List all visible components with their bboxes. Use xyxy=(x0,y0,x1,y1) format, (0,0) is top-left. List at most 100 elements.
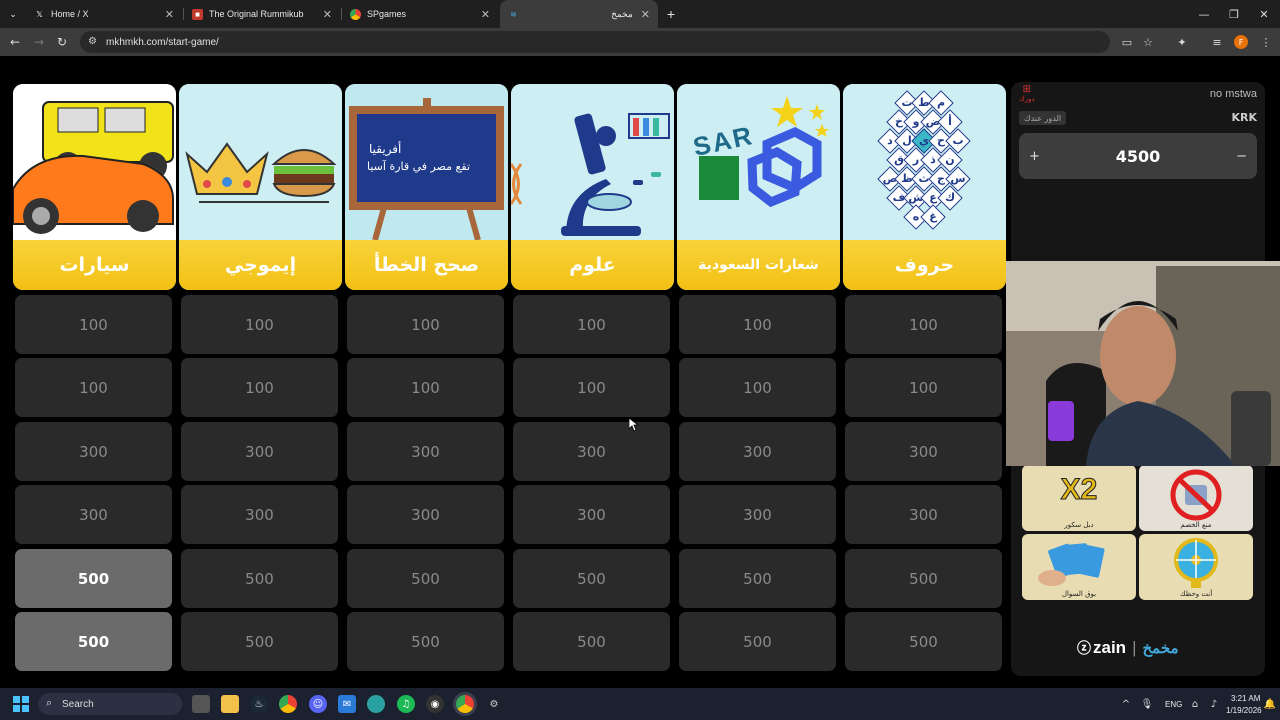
category-card-correct-mistake[interactable]: أفريقيا تقع مصر في قارة آسيا صحح الخطأ xyxy=(345,84,508,290)
cast-icon[interactable]: ▭ xyxy=(1119,34,1135,50)
close-tab-icon[interactable]: ✕ xyxy=(165,8,174,21)
network-icon[interactable]: ⌂ xyxy=(1186,695,1204,713)
reload-button[interactable]: ↻ xyxy=(52,32,72,52)
question-cell[interactable]: 500 xyxy=(15,549,172,608)
question-cell[interactable]: 100 xyxy=(679,295,836,354)
site-info-icon[interactable]: ⚙ xyxy=(88,36,97,47)
taskbar-search[interactable]: ⌕ Search xyxy=(38,693,182,715)
tab-spgames[interactable]: SPgames ✕ xyxy=(342,0,498,28)
category-card-letters[interactable]: تطمخوضأدليحبقرذنصظثجسفشعكهغ حروف xyxy=(843,84,1006,290)
microscope-illustration xyxy=(511,84,674,240)
spotify-icon[interactable]: ♫ xyxy=(397,695,415,713)
question-cell[interactable]: 500 xyxy=(513,612,670,671)
question-cell[interactable]: 100 xyxy=(15,295,172,354)
letter-text: ك xyxy=(944,191,955,204)
question-cell[interactable]: 300 xyxy=(679,485,836,544)
profile-avatar[interactable]: F xyxy=(1234,35,1248,49)
category-card-cars[interactable]: سيارات xyxy=(13,84,176,290)
notification-bell-icon[interactable]: 🔔 xyxy=(1261,695,1279,713)
task-view-icon[interactable] xyxy=(192,695,210,713)
question-cell[interactable]: 100 xyxy=(347,358,504,417)
question-cell[interactable]: 500 xyxy=(845,612,1002,671)
question-cell[interactable]: 100 xyxy=(181,358,338,417)
menu-kebab-icon[interactable]: ⋮ xyxy=(1258,34,1274,50)
tab-home-x[interactable]: 𝕏 Home / X ✕ xyxy=(26,0,182,28)
minimize-button[interactable]: — xyxy=(1188,0,1220,28)
question-cell[interactable]: 500 xyxy=(181,549,338,608)
chrome-active-taskbar-icon[interactable] xyxy=(456,695,474,713)
webcam-overlay xyxy=(1006,261,1280,466)
question-cell[interactable]: 300 xyxy=(181,485,338,544)
settings-gear-icon[interactable]: ⚙ xyxy=(485,695,503,713)
bookmark-star-icon[interactable]: ☆ xyxy=(1140,34,1156,50)
question-cell[interactable]: 500 xyxy=(679,549,836,608)
back-button[interactable]: ← xyxy=(5,32,25,52)
question-cell[interactable]: 500 xyxy=(845,549,1002,608)
emoji-illustration xyxy=(179,84,342,240)
question-cell[interactable]: 300 xyxy=(347,422,504,481)
tab-search-icon[interactable]: ≡ xyxy=(1209,34,1225,50)
question-cell[interactable]: 100 xyxy=(845,295,1002,354)
tab-label: SPgames xyxy=(367,9,407,19)
new-tab-button[interactable]: + xyxy=(660,0,682,28)
close-tab-icon[interactable]: ✕ xyxy=(481,8,490,21)
browser-edge-icon[interactable] xyxy=(367,695,385,713)
question-cell[interactable]: 300 xyxy=(15,485,172,544)
mail-icon[interactable]: ✉ xyxy=(338,695,356,713)
question-cell[interactable]: 500 xyxy=(181,612,338,671)
question-cell[interactable]: 500 xyxy=(15,612,172,671)
turn-icon: ⊞ xyxy=(1022,84,1032,95)
category-label: حروف xyxy=(843,240,1006,290)
question-cell[interactable]: 100 xyxy=(15,358,172,417)
question-cell[interactable]: 300 xyxy=(845,485,1002,544)
question-cell[interactable]: 500 xyxy=(513,549,670,608)
question-cell[interactable]: 100 xyxy=(679,358,836,417)
question-cell[interactable]: 300 xyxy=(513,422,670,481)
question-cell[interactable]: 100 xyxy=(181,295,338,354)
question-cell[interactable]: 500 xyxy=(679,612,836,671)
question-cell[interactable]: 300 xyxy=(845,422,1002,481)
url-field[interactable]: ⚙ mkhmkh.com/start-game/ xyxy=(80,31,1110,53)
block-opponent-card[interactable]: منع الخصم xyxy=(1139,465,1253,531)
score-increase-button[interactable]: + xyxy=(1029,149,1040,164)
question-cell[interactable]: 300 xyxy=(347,485,504,544)
tab-list-button[interactable]: ⌄ xyxy=(2,0,24,28)
luck-wheel-card[interactable]: أنت وحظك xyxy=(1139,534,1253,600)
category-card-saudi-logos[interactable]: SAR شعارات السعودية xyxy=(677,84,840,290)
question-cell[interactable]: 500 xyxy=(347,612,504,671)
chevron-up-icon[interactable]: ^ xyxy=(1117,695,1135,713)
language-indicator[interactable]: ENG xyxy=(1165,700,1182,709)
volume-icon[interactable]: ♪ xyxy=(1205,695,1223,713)
tab-rummikub[interactable]: ■ The Original Rummikub ✕ xyxy=(184,0,340,28)
discord-icon[interactable]: ☺ xyxy=(309,695,327,713)
category-card-science[interactable]: علوم xyxy=(511,84,674,290)
restore-button[interactable]: ❐ xyxy=(1218,0,1250,28)
tab-mkhmkh[interactable]: ≋ مخمخ ✕ xyxy=(500,0,658,28)
question-cell[interactable]: 100 xyxy=(845,358,1002,417)
clock-time[interactable]: 3:21 AM xyxy=(1231,694,1260,703)
category-card-emoji[interactable]: إيموجي xyxy=(179,84,342,290)
double-score-card[interactable]: X2 دبل سكور xyxy=(1022,465,1136,531)
close-tab-icon[interactable]: ✕ xyxy=(641,8,650,21)
score-decrease-button[interactable]: − xyxy=(1236,149,1247,164)
steam-icon[interactable]: ♨ xyxy=(250,695,268,713)
obs-icon[interactable]: ◉ xyxy=(426,695,444,713)
windows-start-icon[interactable] xyxy=(12,695,30,713)
question-cell[interactable]: 100 xyxy=(513,358,670,417)
question-horn-card[interactable]: بوق السوال xyxy=(1022,534,1136,600)
clock-date[interactable]: 1/19/2026 xyxy=(1226,706,1262,715)
file-explorer-icon[interactable] xyxy=(221,695,239,713)
chrome-taskbar-icon[interactable] xyxy=(279,695,297,713)
question-cell[interactable]: 300 xyxy=(513,485,670,544)
close-window-button[interactable]: ✕ xyxy=(1248,0,1280,28)
close-tab-icon[interactable]: ✕ xyxy=(323,8,332,21)
forward-button[interactable]: → xyxy=(29,32,49,52)
extensions-icon[interactable]: ✦ xyxy=(1174,34,1190,50)
question-cell[interactable]: 100 xyxy=(513,295,670,354)
question-cell[interactable]: 500 xyxy=(347,549,504,608)
question-cell[interactable]: 300 xyxy=(181,422,338,481)
question-cell[interactable]: 300 xyxy=(15,422,172,481)
question-cell[interactable]: 300 xyxy=(679,422,836,481)
microphone-icon[interactable]: 🎙 xyxy=(1138,695,1156,713)
question-cell[interactable]: 100 xyxy=(347,295,504,354)
